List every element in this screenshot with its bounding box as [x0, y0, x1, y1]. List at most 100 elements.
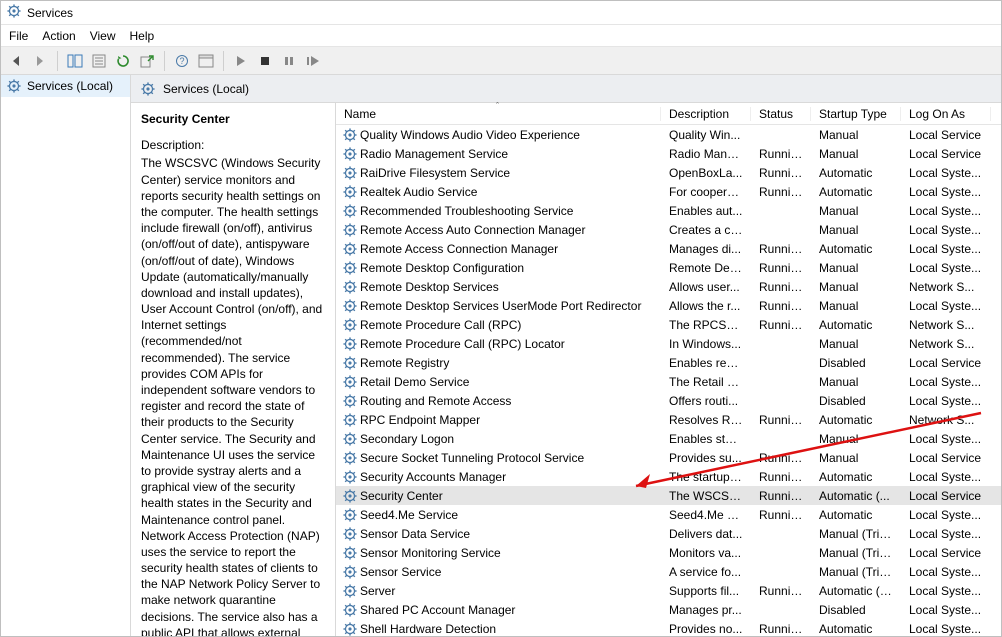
service-row[interactable]: Remote Procedure Call (RPC)The RPCSS s..…: [336, 315, 1001, 334]
services-list[interactable]: ˆ Name Description Status Startup Type L…: [336, 103, 1001, 636]
service-description: Supports fil...: [661, 584, 751, 598]
menu-bar: File Action View Help: [1, 25, 1001, 47]
tree-node-services-local[interactable]: Services (Local): [1, 75, 130, 97]
service-startup: Automatic: [811, 242, 901, 256]
menu-help[interactable]: Help: [130, 29, 155, 43]
service-row[interactable]: Recommended Troubleshooting ServiceEnabl…: [336, 201, 1001, 220]
back-button[interactable]: [5, 50, 27, 72]
service-startup: Disabled: [811, 356, 901, 370]
forward-button[interactable]: [29, 50, 51, 72]
service-row[interactable]: Shell Hardware DetectionProvides no...Ru…: [336, 619, 1001, 636]
service-status: Running: [751, 242, 811, 256]
service-startup: Disabled: [811, 603, 901, 617]
stop-service-button[interactable]: [254, 50, 276, 72]
column-header-logon[interactable]: Log On As: [901, 107, 991, 121]
menu-file[interactable]: File: [9, 29, 28, 43]
service-row[interactable]: Remote Access Auto Connection ManagerCre…: [336, 220, 1001, 239]
service-row[interactable]: Remote Access Connection ManagerManages …: [336, 239, 1001, 258]
service-description: Provides su...: [661, 451, 751, 465]
service-logon: Local Syste...: [901, 223, 991, 237]
service-description: In Windows...: [661, 337, 751, 351]
service-row[interactable]: Shared PC Account ManagerManages pr...Di…: [336, 600, 1001, 619]
service-logon: Local Syste...: [901, 603, 991, 617]
service-row[interactable]: Routing and Remote AccessOffers routi...…: [336, 391, 1001, 410]
service-row[interactable]: Realtek Audio ServiceFor coopera...Runni…: [336, 182, 1001, 201]
service-status: Running: [751, 318, 811, 332]
service-row[interactable]: Secondary LogonEnables star...ManualLoca…: [336, 429, 1001, 448]
service-logon: Local Syste...: [901, 584, 991, 598]
service-icon: [340, 432, 360, 446]
service-row[interactable]: Remote Desktop ServicesAllows user...Run…: [336, 277, 1001, 296]
service-row[interactable]: Quality Windows Audio Video Experience Qu…: [336, 125, 1001, 144]
service-description: Seed4.Me V...: [661, 508, 751, 522]
service-name: Quality Windows Audio Video Experience: [360, 128, 580, 142]
service-icon: [340, 318, 360, 332]
service-row[interactable]: Remote Desktop ConfigurationRemote Des..…: [336, 258, 1001, 277]
properties-button[interactable]: [88, 50, 110, 72]
export-button[interactable]: [136, 50, 158, 72]
service-row[interactable]: Sensor ServiceA service fo...Manual (Tri…: [336, 562, 1001, 581]
service-row[interactable]: Remote Desktop Services UserMode Port Re…: [336, 296, 1001, 315]
help-button[interactable]: ?: [171, 50, 193, 72]
service-row[interactable]: Sensor Monitoring ServiceMonitors va...M…: [336, 543, 1001, 562]
pane-split: Security Center Description: The WSCSVC …: [131, 103, 1001, 636]
service-startup: Manual (Trig...: [811, 546, 901, 560]
service-icon: [340, 147, 360, 161]
service-logon: Network S...: [901, 280, 991, 294]
column-header-row[interactable]: ˆ Name Description Status Startup Type L…: [336, 103, 1001, 125]
service-name: Security Center: [360, 489, 443, 503]
description-label: Description:: [141, 137, 325, 153]
service-row[interactable]: Security CenterThe WSCSV...RunningAutoma…: [336, 486, 1001, 505]
service-row[interactable]: Remote RegistryEnables rem...DisabledLoc…: [336, 353, 1001, 372]
service-icon: [340, 527, 360, 541]
service-startup: Manual (Trig...: [811, 527, 901, 541]
service-name: Retail Demo Service: [360, 375, 469, 389]
service-name: Server: [360, 584, 395, 598]
service-row[interactable]: Secure Socket Tunneling Protocol Service…: [336, 448, 1001, 467]
menu-view[interactable]: View: [90, 29, 116, 43]
service-description: Enables star...: [661, 432, 751, 446]
service-row[interactable]: Radio Management ServiceRadio Mana...Run…: [336, 144, 1001, 163]
service-row[interactable]: ServerSupports fil...RunningAutomatic (T…: [336, 581, 1001, 600]
service-row[interactable]: Security Accounts ManagerThe startup ...…: [336, 467, 1001, 486]
restart-service-button[interactable]: [302, 50, 324, 72]
service-row[interactable]: Retail Demo ServiceThe Retail D...Manual…: [336, 372, 1001, 391]
service-row[interactable]: Remote Procedure Call (RPC) LocatorIn Wi…: [336, 334, 1001, 353]
props-sheet-button[interactable]: [195, 50, 217, 72]
service-row[interactable]: Sensor Data ServiceDelivers dat...Manual…: [336, 524, 1001, 543]
service-logon: Local Syste...: [901, 622, 991, 636]
service-startup: Disabled: [811, 394, 901, 408]
service-icon: [340, 242, 360, 256]
refresh-button[interactable]: [112, 50, 134, 72]
toolbar-separator: [223, 51, 224, 71]
console-tree[interactable]: Services (Local): [1, 75, 131, 636]
service-startup: Manual: [811, 128, 901, 142]
service-row[interactable]: RPC Endpoint MapperResolves RP...Running…: [336, 410, 1001, 429]
title-bar[interactable]: Services: [1, 1, 1001, 25]
column-header-description[interactable]: Description: [661, 107, 751, 121]
service-startup: Automatic: [811, 413, 901, 427]
service-logon: Local Syste...: [901, 432, 991, 446]
menu-action[interactable]: Action: [42, 29, 75, 43]
service-icon: [340, 470, 360, 484]
service-startup: Manual: [811, 337, 901, 351]
service-name: Remote Access Auto Connection Manager: [360, 223, 585, 237]
service-name: Secure Socket Tunneling Protocol Service: [360, 451, 584, 465]
play-icon: [235, 55, 247, 67]
service-description: Quality Win...: [661, 128, 751, 142]
service-startup: Manual: [811, 432, 901, 446]
service-row[interactable]: RaiDrive Filesystem ServiceOpenBoxLa...R…: [336, 163, 1001, 182]
column-header-startup[interactable]: Startup Type: [811, 107, 901, 121]
start-service-button[interactable]: [230, 50, 252, 72]
service-logon: Local Syste...: [901, 394, 991, 408]
service-startup: Automatic (T...: [811, 584, 901, 598]
pause-service-button[interactable]: [278, 50, 300, 72]
service-startup: Manual: [811, 280, 901, 294]
service-startup: Automatic: [811, 470, 901, 484]
service-row[interactable]: Seed4.Me ServiceSeed4.Me V...RunningAuto…: [336, 505, 1001, 524]
service-name: Sensor Monitoring Service: [360, 546, 501, 560]
service-logon: Local Syste...: [901, 299, 991, 313]
show-hide-tree-button[interactable]: [64, 50, 86, 72]
extended-info: Security Center Description: The WSCSVC …: [131, 103, 336, 636]
column-header-status[interactable]: Status: [751, 107, 811, 121]
